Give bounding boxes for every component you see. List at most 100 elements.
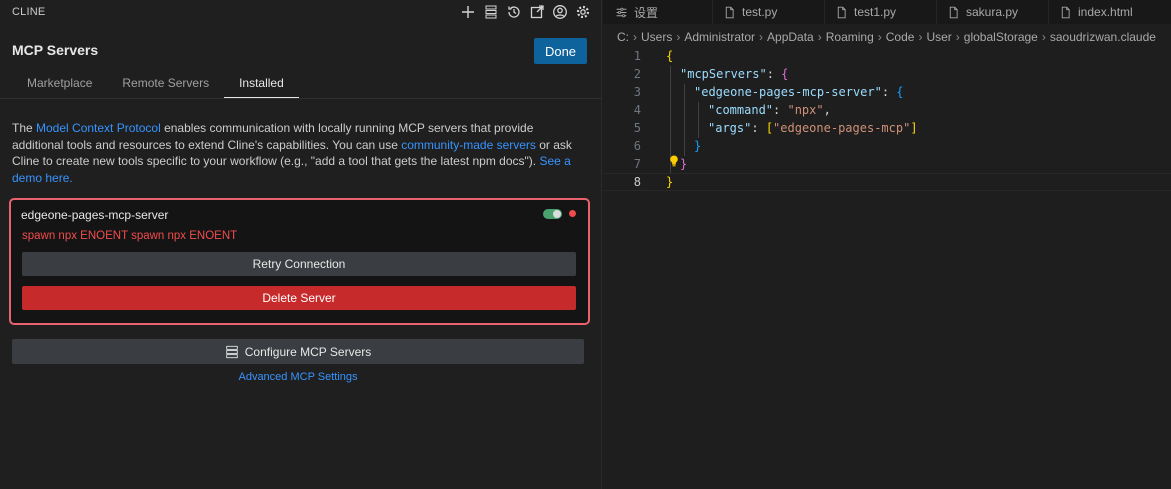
- mcp-header: MCP Servers Done: [0, 30, 602, 70]
- file-icon: [837, 6, 846, 18]
- editor-tab-test1-py[interactable]: test1.py: [825, 0, 937, 24]
- code-token: {: [666, 49, 674, 63]
- code-token: :: [773, 103, 788, 117]
- server-card: edgeone-pages-mcp-server spawn npx ENOEN…: [9, 198, 590, 325]
- code-token: :: [751, 121, 766, 135]
- line-number: 7: [633, 157, 641, 171]
- code-token: "edgeone-pages-mcp-server": [694, 85, 882, 99]
- mcp-tabs: Marketplace Remote Servers Installed: [12, 72, 299, 98]
- code-token: {: [781, 67, 789, 81]
- code-line: 7 }: [603, 156, 1171, 174]
- line-number: 3: [633, 85, 641, 99]
- chevron-right-icon: ›: [817, 30, 822, 44]
- code-text: "edgeone-pages-mcp-server": {: [694, 85, 904, 99]
- code-token: }: [680, 157, 688, 171]
- community-servers-link[interactable]: community-made servers: [401, 138, 536, 152]
- tab-marketplace[interactable]: Marketplace: [12, 72, 107, 98]
- editor-panel: 设置 test.py test1.py sakura.py index.html…: [603, 0, 1171, 489]
- code-text: }: [666, 175, 673, 189]
- gear-icon[interactable]: [574, 3, 592, 21]
- code-line: 4 "command": "npx",: [603, 102, 1171, 120]
- code-text: "command": "npx",: [708, 103, 831, 117]
- chevron-right-icon: ›: [877, 30, 882, 44]
- advanced-mcp-settings-link[interactable]: Advanced MCP Settings: [0, 371, 596, 383]
- server-enable-toggle[interactable]: [543, 209, 562, 219]
- panel-titlebar: CLINE: [0, 0, 602, 24]
- chevron-right-icon: ›: [676, 30, 681, 44]
- file-icon: [949, 6, 958, 18]
- code-token: :: [881, 85, 897, 99]
- description-text: The: [12, 121, 37, 135]
- code-line: 6 }: [603, 138, 1171, 156]
- line-number: 8: [633, 175, 641, 189]
- editor-tab-index-html[interactable]: index.html: [1049, 0, 1171, 24]
- account-icon[interactable]: [551, 3, 569, 21]
- editor-tab-settings[interactable]: 设置: [603, 0, 713, 24]
- retry-connection-button[interactable]: Retry Connection: [22, 252, 576, 276]
- page-title: MCP Servers: [12, 42, 99, 58]
- line-number: 5: [633, 121, 641, 135]
- code-token: ,: [823, 103, 831, 117]
- delete-server-button[interactable]: Delete Server: [22, 286, 576, 310]
- line-number: 4: [633, 103, 641, 117]
- chevron-right-icon: ›: [918, 30, 923, 44]
- code-text: }: [680, 157, 687, 171]
- mcp-description: The Model Context Protocol enables commu…: [12, 120, 580, 186]
- breadcrumb-item[interactable]: saoudrizwan.claude: [1050, 30, 1156, 44]
- done-button[interactable]: Done: [534, 38, 587, 64]
- code-line: 5 "args": ["edgeone-pages-mcp"]: [603, 120, 1171, 138]
- lightbulb-icon[interactable]: [669, 155, 679, 167]
- code-text: {: [666, 49, 673, 63]
- plus-icon[interactable]: [459, 3, 477, 21]
- breadcrumb-item[interactable]: C:: [617, 30, 629, 44]
- breadcrumb-item[interactable]: Administrator: [684, 30, 755, 44]
- chevron-right-icon: ›: [955, 30, 960, 44]
- breadcrumb-item[interactable]: Code: [886, 30, 915, 44]
- breadcrumb-item[interactable]: globalStorage: [964, 30, 1038, 44]
- status-dot-icon: [569, 210, 576, 217]
- breadcrumb-item[interactable]: AppData: [767, 30, 814, 44]
- line-number: 2: [633, 67, 641, 81]
- model-context-protocol-link[interactable]: Model Context Protocol: [36, 121, 161, 135]
- server-stack-icon: [226, 345, 238, 358]
- configure-label: Configure MCP Servers: [244, 344, 372, 359]
- file-icon: [725, 6, 734, 18]
- code-line: 2 "mcpServers": {: [603, 66, 1171, 84]
- tabs-divider: [0, 98, 602, 99]
- code-token: :: [766, 67, 782, 81]
- editor-tab-label: sakura.py: [966, 5, 1019, 19]
- code-line: 1 {: [603, 48, 1171, 66]
- breadcrumb-item[interactable]: Users: [641, 30, 672, 44]
- breadcrumb-item[interactable]: Roaming: [826, 30, 874, 44]
- code-line: 3 "edgeone-pages-mcp-server": {: [603, 84, 1171, 102]
- editor-tab-sakura-py[interactable]: sakura.py: [937, 0, 1049, 24]
- file-icon: [1061, 6, 1070, 18]
- server-name[interactable]: edgeone-pages-mcp-server: [21, 208, 168, 222]
- code-token: }: [666, 175, 674, 189]
- code-token: "edgeone-pages-mcp": [773, 121, 911, 135]
- code-token: [: [765, 121, 774, 135]
- editor-tab-label: 设置: [634, 5, 659, 20]
- code-token: "mcpServers": [680, 67, 767, 81]
- code-token: {: [896, 85, 904, 99]
- editor-tab-label: test1.py: [854, 5, 897, 19]
- chevron-right-icon: ›: [1041, 30, 1046, 44]
- code-token: ]: [910, 121, 918, 135]
- breadcrumb-item[interactable]: User: [926, 30, 951, 44]
- tab-remote-servers[interactable]: Remote Servers: [107, 72, 224, 98]
- tab-installed[interactable]: Installed: [224, 72, 299, 98]
- code-token: }: [694, 139, 702, 153]
- code-line-current: 8 }: [603, 173, 1171, 191]
- editor-tab-test-py[interactable]: test.py: [713, 0, 825, 24]
- server-stack-icon[interactable]: [482, 3, 500, 21]
- panel-title: CLINE: [12, 6, 46, 18]
- editor-tab-label: test.py: [742, 5, 778, 19]
- popout-icon[interactable]: [528, 3, 546, 21]
- chevron-right-icon: ›: [759, 30, 764, 44]
- chevron-right-icon: ›: [633, 30, 637, 44]
- code-token: "npx": [787, 103, 824, 117]
- configure-mcp-servers-button[interactable]: Configure MCP Servers: [12, 339, 584, 364]
- history-icon[interactable]: [505, 3, 523, 21]
- breadcrumb: C: › Users › Administrator › AppData › Roaming › C…: [617, 30, 1156, 44]
- settings-list-icon: [616, 7, 627, 17]
